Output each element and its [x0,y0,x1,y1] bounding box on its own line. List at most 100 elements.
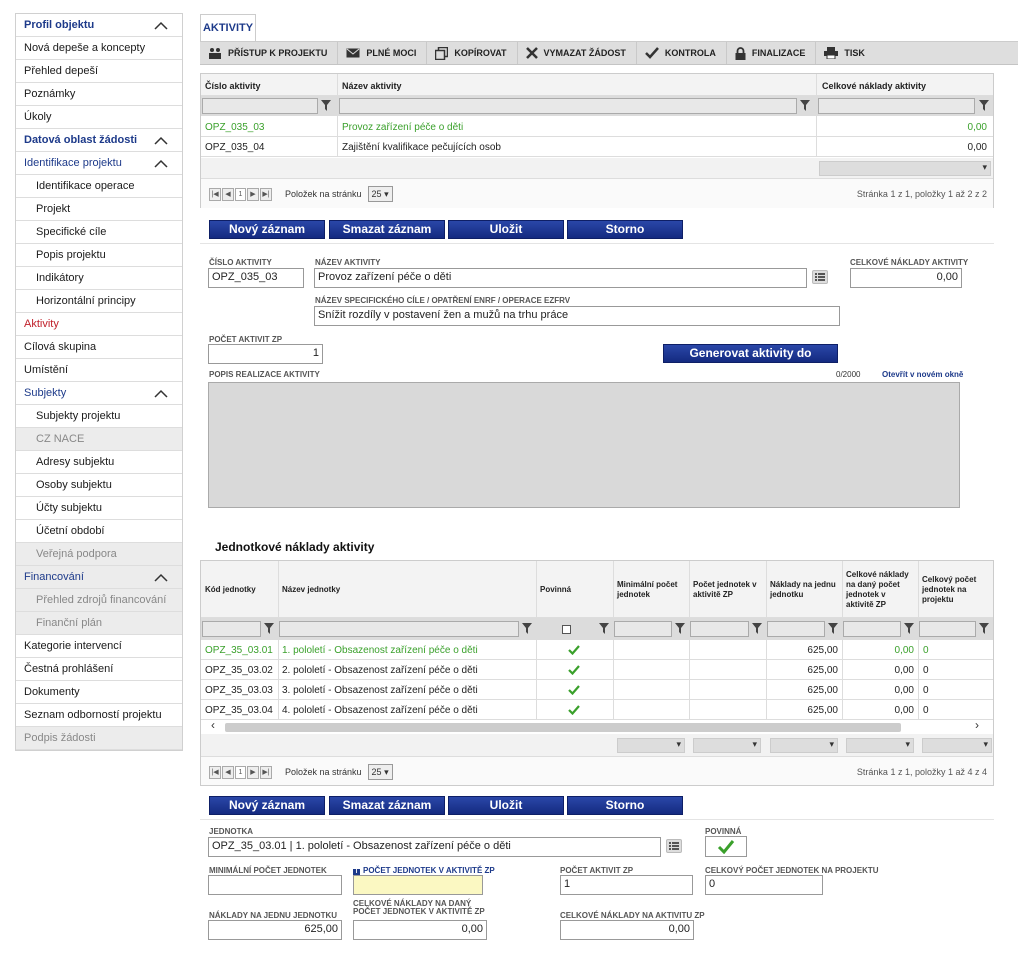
activity-count-field[interactable]: 1 [208,344,323,364]
sidebar-item[interactable]: Datová oblast žádosti [16,129,182,152]
sidebar-item[interactable]: Dokumenty [16,681,182,704]
filter-number-input[interactable] [202,98,318,114]
cancel-button[interactable]: Storno [567,796,683,815]
col-header-name[interactable]: Název aktivity [342,81,402,91]
col-header[interactable]: Náklady na jednu jednotku [770,561,838,618]
filter-input[interactable] [843,621,901,637]
filter-name-input[interactable] [339,98,797,114]
col-header-number[interactable]: Číslo aktivity [205,81,261,91]
col-header[interactable]: Kód jednotky [205,561,274,618]
sidebar-item[interactable]: Účty subjektu [16,497,182,520]
table-row[interactable]: OPZ_35_03.04 4. pololetí - Obsazenost zař… [201,700,993,720]
new-record-button[interactable]: Nový záznam [209,796,325,815]
filter-icon[interactable] [675,623,685,634]
new-record-button[interactable]: Nový záznam [209,220,325,239]
finalize-button[interactable]: FINALIZACE [727,42,817,64]
last-page-button[interactable]: ▶| [260,187,272,201]
filter-input[interactable] [202,621,261,637]
cancel-button[interactable]: Storno [567,220,683,239]
sidebar-item[interactable]: Subjekty [16,382,182,405]
per-page-select[interactable]: 25 ▾ [367,186,393,202]
col-header[interactable]: Počet jednotek v aktivitě ZP [693,561,762,618]
prev-page-button[interactable]: ◀ [222,765,234,779]
sidebar-item[interactable]: Profil objektu [16,14,182,37]
unit-field[interactable]: OPZ_35_03.01 | 1. pololetí - Obsazenost … [208,837,661,857]
filter-input[interactable] [919,621,976,637]
activity-number-field[interactable]: OPZ_035_03 [208,268,304,288]
generate-activities-button[interactable]: Generovat aktivity do rozpočtu [663,344,838,377]
sidebar-item[interactable]: CZ NACE [16,428,182,451]
aggregate-select[interactable] [770,738,838,753]
total-aggregate-select[interactable] [819,161,991,176]
sidebar-item[interactable]: Seznam odborností projektu [16,704,182,727]
sidebar-item[interactable]: Finanční plán [16,612,182,635]
table-row[interactable]: OPZ_035_04 Zajištění kvalifikace pečujíc… [201,137,993,157]
filter-icon[interactable] [321,100,331,111]
sidebar-item[interactable]: Úkoly [16,106,182,129]
chevron-up-icon[interactable] [154,573,168,582]
sidebar-item[interactable]: Cílová skupina [16,336,182,359]
filter-input[interactable] [279,621,519,637]
table-row[interactable]: OPZ_035_03 Provoz zařízení péče o děti 0… [201,117,993,137]
delete-request-button[interactable]: VYMAZAT ŽÁDOST [518,42,637,64]
filter-icon[interactable] [752,623,762,634]
col-header[interactable]: Minimální počet jednotek [617,561,685,618]
delete-record-button[interactable]: Smazat záznam [329,796,445,815]
filter-icon[interactable] [522,623,532,634]
copy-button[interactable]: KOPÍROVAT [427,42,518,64]
description-textarea[interactable] [208,382,960,508]
open-new-window-link[interactable]: Otevřít v novém okně [882,370,963,379]
filter-icon[interactable] [828,623,838,634]
table-row[interactable]: OPZ_35_03.03 3. pololetí - Obsazenost zař… [201,680,993,700]
print-button[interactable]: TISK [816,42,875,64]
horizontal-scrollbar[interactable]: ‹ › [201,718,993,734]
sidebar-item[interactable]: Horizontální principy [16,290,182,313]
aggregate-select[interactable] [846,738,914,753]
chevron-up-icon[interactable] [154,159,168,168]
sidebar-item[interactable]: Indikátory [16,267,182,290]
tab-aktivity[interactable]: AKTIVITY [200,14,256,41]
sidebar-item[interactable]: Projekt [16,198,182,221]
table-row[interactable]: OPZ_35_03.02 2. pololetí - Obsazenost zař… [201,660,993,680]
col-header[interactable]: Povinná [540,561,609,618]
page-number[interactable]: 1 [235,187,246,201]
chevron-up-icon[interactable] [154,136,168,145]
filter-icon[interactable] [599,623,609,634]
sidebar-item[interactable]: Nová depeše a koncepty [16,37,182,60]
filter-input[interactable] [614,621,672,637]
chevron-up-icon[interactable] [154,21,168,30]
filter-icon[interactable] [979,100,989,111]
sidebar-item[interactable]: Osoby subjektu [16,474,182,497]
sidebar-item[interactable]: Přehled zdrojů financování [16,589,182,612]
list-icon[interactable] [812,270,828,284]
sidebar-item[interactable]: Přehled depeší [16,60,182,83]
activity-name-field[interactable]: Provoz zařízení péče o děti [314,268,807,288]
sidebar-item[interactable]: Popis projektu [16,244,182,267]
save-button[interactable]: Uložit [448,220,564,239]
sidebar-item[interactable]: Podpis žádosti [16,727,182,750]
table-row[interactable]: OPZ_35_03.01 1. pololetí - Obsazenost zař… [201,640,993,660]
col-header[interactable]: Název jednotky [282,561,532,618]
col-header-total[interactable]: Celkové náklady aktivity [822,81,926,91]
aggregate-select[interactable] [922,738,992,753]
filter-icon[interactable] [979,623,989,634]
scrollbar-thumb[interactable] [225,723,901,732]
sidebar-item[interactable]: Umístění [16,359,182,382]
check-button[interactable]: KONTROLA [637,42,727,64]
scroll-left-icon[interactable]: ‹ [211,718,215,732]
filter-icon[interactable] [904,623,914,634]
access-button[interactable]: PŘÍSTUP K PROJEKTU [200,42,339,64]
page-number[interactable]: 1 [235,765,246,779]
list-icon[interactable] [666,839,682,853]
sidebar-item[interactable]: Účetní období [16,520,182,543]
next-page-button[interactable]: ▶ [247,765,259,779]
first-page-button[interactable]: |◀ [209,765,221,779]
filter-icon[interactable] [800,100,810,111]
powers-button[interactable]: PLNÉ MOCI [338,42,428,64]
filter-total-input[interactable] [818,98,975,114]
filter-input[interactable] [690,621,749,637]
sidebar-item[interactable]: Aktivity [16,313,182,336]
per-page-select[interactable]: 25 ▾ [367,764,393,780]
aggregate-select[interactable] [617,738,685,753]
first-page-button[interactable]: |◀ [209,187,221,201]
